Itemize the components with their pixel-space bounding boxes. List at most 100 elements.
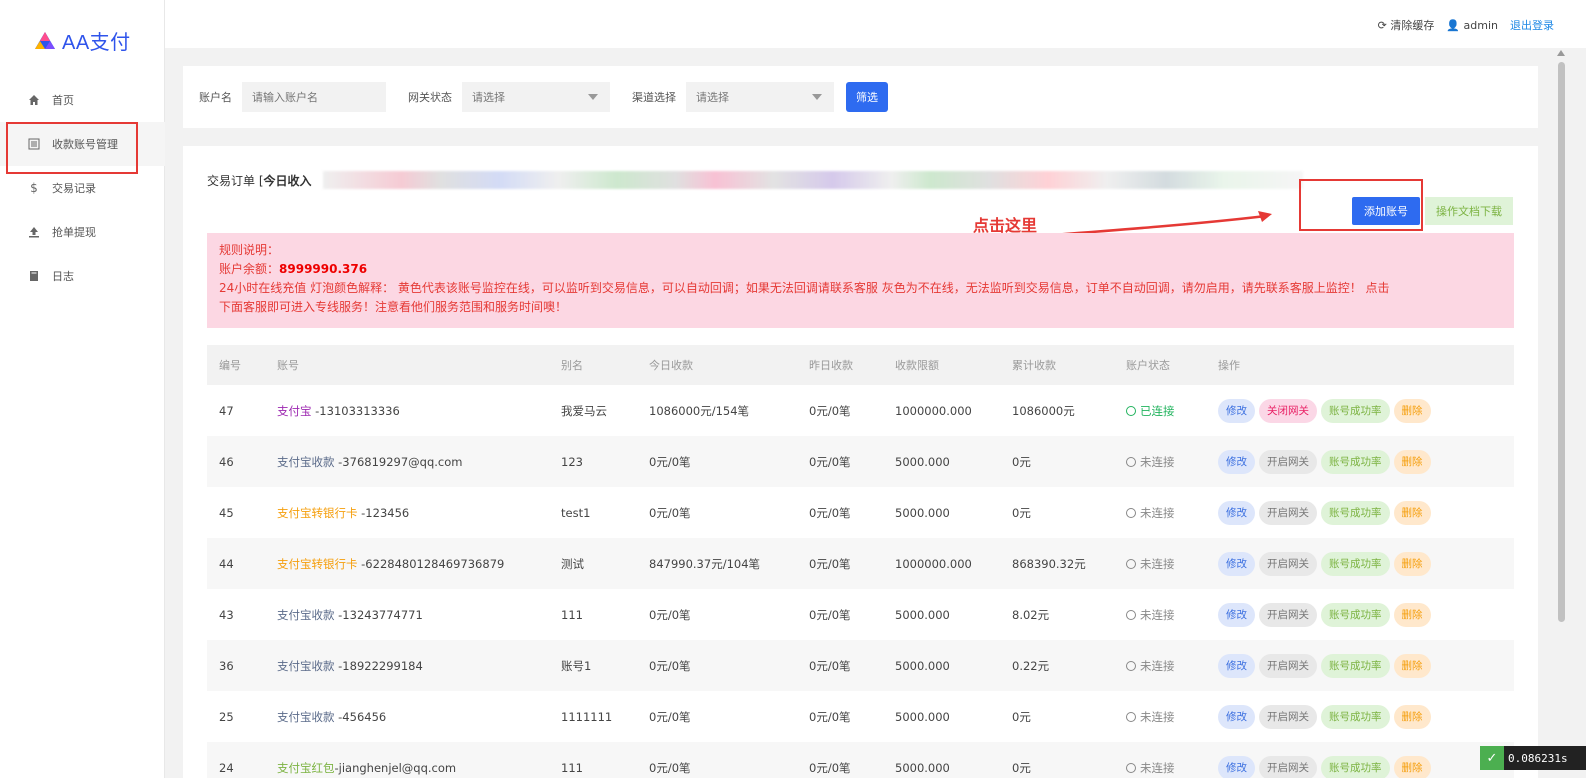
channel-select[interactable]: 请选择 xyxy=(686,82,834,112)
app-logo[interactable]: AA支付 xyxy=(34,26,131,55)
clear-cache-link[interactable]: ⟳ 清除缓存 xyxy=(1378,17,1435,33)
channel-name[interactable]: 支付宝收款 xyxy=(277,710,335,724)
cell-yesterday: 0元/0笔 xyxy=(809,556,851,571)
cell-actions: 修改 关闭网关 账号成功率 删除 xyxy=(1218,398,1514,423)
success-rate-button[interactable]: 账号成功率 xyxy=(1321,398,1390,423)
gateway-toggle-button[interactable]: 关闭网关 xyxy=(1259,398,1317,423)
table-row: 45 支付宝转银行卡 -123456 test1 0元/0笔 0元/0笔 5000.000… xyxy=(207,487,1514,538)
success-rate-button[interactable]: 账号成功率 xyxy=(1321,755,1390,778)
cell-today: 847990.37元/104笔 xyxy=(649,556,761,571)
gateway-toggle-button[interactable]: 开启网关 xyxy=(1259,704,1317,729)
channel-name[interactable]: 支付宝红包 xyxy=(277,761,335,775)
cell-total: 868390.32元 xyxy=(1012,556,1086,571)
table-row: 46 支付宝收款 -376819297@qq.com 123 0元/0笔 0元/0笔 50… xyxy=(207,436,1514,487)
sidebar-item-transactions[interactable]: $ 交易记录 xyxy=(0,166,165,210)
success-rate-button[interactable]: 账号成功率 xyxy=(1321,653,1390,678)
account-name-label: 账户名 xyxy=(199,91,232,104)
sidebar-item-logs[interactable]: 日志 xyxy=(0,254,165,298)
status-text: 未连接 xyxy=(1140,709,1175,724)
logout-link[interactable]: 退出登录 xyxy=(1510,17,1554,33)
disconnected-icon xyxy=(1126,609,1136,620)
success-rate-button[interactable]: 账号成功率 xyxy=(1321,500,1390,525)
delete-button[interactable]: 删除 xyxy=(1393,449,1431,474)
main-card: 交易订单 [ 今日收入 点击这里 添加账号 操作文档下载 规则说明： 账户余额：… xyxy=(183,146,1538,778)
status-text: 未连接 xyxy=(1140,556,1175,571)
column-header: 别名 xyxy=(561,359,583,372)
sidebar-item-home[interactable]: 首页 xyxy=(0,78,165,122)
account-number: -13243774771 xyxy=(334,607,423,622)
sidebar: AA支付 首页 收款账号管理 $ 交易记录 抢单提现 日志 xyxy=(0,0,165,778)
disconnected-icon xyxy=(1126,762,1136,773)
cell-limit: 5000.000 xyxy=(895,760,950,775)
cell-total: 0元 xyxy=(1012,454,1031,469)
edit-button[interactable]: 修改 xyxy=(1218,602,1255,627)
user-menu[interactable]: 👤 admin xyxy=(1446,19,1498,32)
delete-button[interactable]: 删除 xyxy=(1393,500,1431,525)
column-header: 累计收款 xyxy=(1012,359,1056,372)
cell-status: 未连接 xyxy=(1126,760,1218,776)
cell-limit: 5000.000 xyxy=(895,505,950,520)
delete-button[interactable]: 删除 xyxy=(1393,551,1431,576)
add-account-button[interactable]: 添加账号 xyxy=(1352,197,1420,225)
channel-name[interactable]: 支付宝转银行卡 xyxy=(277,557,358,571)
success-rate-button[interactable]: 账号成功率 xyxy=(1321,449,1390,474)
gateway-toggle-button[interactable]: 开启网关 xyxy=(1259,755,1317,778)
success-rate-button[interactable]: 账号成功率 xyxy=(1321,551,1390,576)
delete-button[interactable]: 删除 xyxy=(1393,704,1431,729)
sidebar-item-label: 首页 xyxy=(52,94,74,107)
account-number: -13103313336 xyxy=(311,403,400,418)
scroll-up-icon[interactable] xyxy=(1557,50,1565,56)
notice-line: 24小时在线充值 灯泡颜色解释： 黄色代表该账号监控在线，可以监听到交易信息，可… xyxy=(219,281,1390,295)
channel-name[interactable]: 支付宝收款 xyxy=(277,659,335,673)
channel-name[interactable]: 支付宝转银行卡 xyxy=(277,506,358,520)
edit-button[interactable]: 修改 xyxy=(1218,653,1255,678)
gateway-toggle-button[interactable]: 开启网关 xyxy=(1259,602,1317,627)
table-row: 43 支付宝收款 -13243774771 111 0元/0笔 0元/0笔 5000.00… xyxy=(207,589,1514,640)
filter-button[interactable]: 筛选 xyxy=(846,82,888,112)
success-rate-button[interactable]: 账号成功率 xyxy=(1321,704,1390,729)
gateway-toggle-button[interactable]: 开启网关 xyxy=(1259,449,1317,474)
success-rate-button[interactable]: 账号成功率 xyxy=(1321,602,1390,627)
scroll-thumb[interactable] xyxy=(1558,62,1565,622)
accounts-table: 编号 账号 别名 今日收款 昨日收款 收款限额 累计收款 账户状态 操作 47 支… xyxy=(207,345,1514,778)
delete-button[interactable]: 删除 xyxy=(1393,602,1431,627)
cell-account: 支付宝收款 -456456 xyxy=(265,709,561,725)
cell-yesterday: 0元/0笔 xyxy=(809,658,851,673)
gateway-toggle-button[interactable]: 开启网关 xyxy=(1259,500,1317,525)
table-body: 47 支付宝 -13103313336 我爱马云 1086000元/154笔 0元/0笔… xyxy=(207,385,1514,778)
edit-button[interactable]: 修改 xyxy=(1218,704,1255,729)
delete-button[interactable]: 删除 xyxy=(1393,398,1431,423)
sidebar-item-accounts[interactable]: 收款账号管理 xyxy=(0,122,165,166)
cell-alias: 我爱马云 xyxy=(561,403,607,418)
column-header: 编号 xyxy=(219,359,241,372)
edit-button[interactable]: 修改 xyxy=(1218,398,1255,423)
edit-button[interactable]: 修改 xyxy=(1218,500,1255,525)
delete-button[interactable]: 删除 xyxy=(1393,653,1431,678)
table-row: 24 支付宝红包-jianghenjel@qq.com 111 0元/0笔 0元/0笔 5… xyxy=(207,742,1514,778)
cell-status: 未连接 xyxy=(1126,454,1218,470)
gateway-toggle-button[interactable]: 开启网关 xyxy=(1259,653,1317,678)
gateway-status-select[interactable]: 请选择 xyxy=(462,82,610,112)
cell-alias: 测试 xyxy=(561,556,584,571)
scrollbar[interactable] xyxy=(1555,48,1567,778)
page-timer: ✓ 0.086231s xyxy=(1480,746,1586,770)
delete-button[interactable]: 删除 xyxy=(1393,755,1431,778)
account-number: -18922299184 xyxy=(334,658,423,673)
doc-download-button[interactable]: 操作文档下载 xyxy=(1425,197,1513,225)
top-bar: ⟳ 清除缓存 👤 admin 退出登录 xyxy=(165,0,1586,48)
cell-account: 支付宝 -13103313336 xyxy=(265,403,561,419)
channel-name[interactable]: 支付宝收款 xyxy=(277,608,335,622)
cell-status: 未连接 xyxy=(1126,505,1218,521)
sidebar-item-withdraw[interactable]: 抢单提现 xyxy=(0,210,165,254)
edit-button[interactable]: 修改 xyxy=(1218,551,1255,576)
cell-yesterday: 0元/0笔 xyxy=(809,607,851,622)
account-name-input[interactable] xyxy=(242,82,386,112)
channel-name[interactable]: 支付宝收款 xyxy=(277,455,335,469)
channel-name[interactable]: 支付宝 xyxy=(277,404,312,418)
gateway-toggle-button[interactable]: 开启网关 xyxy=(1259,551,1317,576)
edit-button[interactable]: 修改 xyxy=(1218,755,1255,778)
cell-id: 24 xyxy=(219,760,234,775)
cell-actions: 修改 开启网关 账号成功率 删除 xyxy=(1218,551,1514,576)
edit-button[interactable]: 修改 xyxy=(1218,449,1255,474)
status-text: 未连接 xyxy=(1140,658,1175,673)
